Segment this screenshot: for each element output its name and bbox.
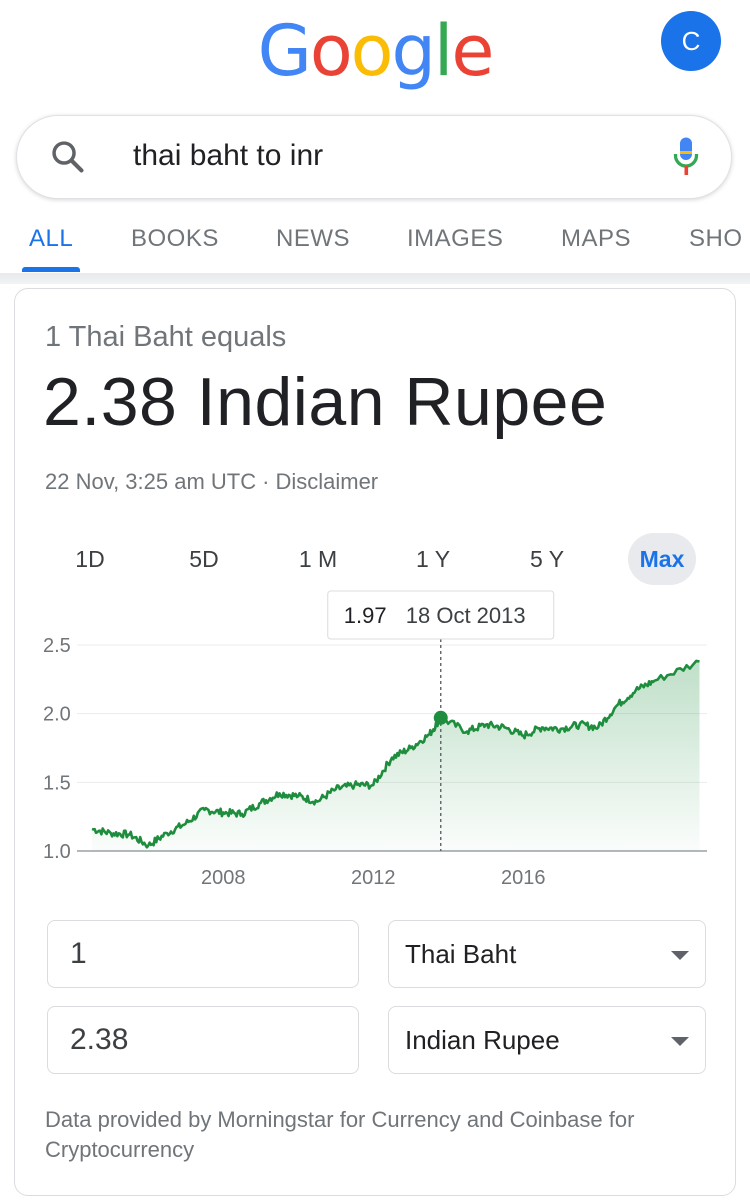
- x-tick-label: 2012: [351, 867, 396, 889]
- divider: [0, 274, 750, 284]
- google-logo[interactable]: Google: [0, 10, 750, 92]
- logo-letter: e: [451, 10, 494, 92]
- search-tabs: ALL BOOKS NEWS IMAGES MAPS SHO: [0, 205, 750, 274]
- equals-label: 1 Thai Baht equals: [45, 321, 287, 353]
- conversion-result: 2.38 Indian Rupee: [43, 364, 608, 440]
- tab-images[interactable]: IMAGES: [407, 225, 503, 253]
- disclaimer-link[interactable]: Disclaimer: [275, 469, 378, 494]
- y-tick-label: 1.0: [43, 841, 71, 863]
- range-1d[interactable]: 1D: [56, 533, 124, 585]
- microphone-icon[interactable]: [671, 136, 701, 178]
- tooltip-marker: [433, 710, 448, 725]
- tab-all[interactable]: ALL: [29, 225, 73, 253]
- account-avatar[interactable]: C: [661, 11, 721, 71]
- from-currency-select[interactable]: Thai Baht: [388, 920, 706, 988]
- logo-letter: G: [257, 10, 312, 92]
- search-icon[interactable]: [49, 138, 87, 176]
- search-box[interactable]: thai baht to inr: [16, 115, 732, 199]
- active-tab-indicator: [22, 267, 80, 272]
- dropdown-arrow-icon: [671, 1037, 689, 1046]
- range-1m[interactable]: 1 M: [284, 533, 352, 585]
- y-tick-label: 2.0: [43, 704, 71, 726]
- tooltip-value: 1.97: [344, 603, 387, 628]
- y-tick-label: 2.5: [43, 635, 71, 657]
- to-amount-input[interactable]: 2.38: [47, 1006, 359, 1074]
- x-tick-label: 2008: [201, 867, 246, 889]
- from-currency-label: Thai Baht: [405, 939, 517, 969]
- logo-letter: o: [350, 10, 394, 92]
- y-tick-label: 1.5: [43, 772, 71, 794]
- tooltip-date: 18 Oct 2013: [406, 603, 526, 628]
- data-attribution: Data provided by Morningstar for Currenc…: [45, 1107, 635, 1162]
- range-1y[interactable]: 1 Y: [399, 533, 467, 585]
- tab-maps[interactable]: MAPS: [561, 225, 631, 253]
- exchange-rate-chart[interactable]: 1.0 1.5 2.0 2.5 2008 2012 2016 1.97 18 Oct 2013: [15, 589, 737, 889]
- to-currency-label: Indian Rupee: [405, 1025, 560, 1055]
- separator: ·: [262, 469, 270, 494]
- from-amount-input[interactable]: 1: [47, 920, 359, 988]
- timestamp-line: 22 Nov, 3:25 am UTC · Disclaimer: [45, 469, 378, 495]
- logo-letter: o: [309, 10, 353, 92]
- search-input[interactable]: thai baht to inr: [133, 139, 323, 173]
- range-5y[interactable]: 5 Y: [513, 533, 581, 585]
- currency-converter-card: 1 Thai Baht equals 2.38 Indian Rupee 22 …: [14, 288, 736, 1196]
- tab-shopping[interactable]: SHO: [689, 225, 743, 253]
- range-max[interactable]: Max: [628, 533, 696, 585]
- tab-news[interactable]: NEWS: [276, 225, 350, 253]
- to-currency-select[interactable]: Indian Rupee: [388, 1006, 706, 1074]
- range-5d[interactable]: 5D: [170, 533, 238, 585]
- x-tick-label: 2016: [501, 867, 546, 889]
- logo-letter: g: [391, 10, 435, 92]
- logo-letter: l: [433, 10, 454, 92]
- tab-books[interactable]: BOOKS: [131, 225, 219, 253]
- dropdown-arrow-icon: [671, 951, 689, 960]
- timestamp: 22 Nov, 3:25 am UTC: [45, 469, 257, 494]
